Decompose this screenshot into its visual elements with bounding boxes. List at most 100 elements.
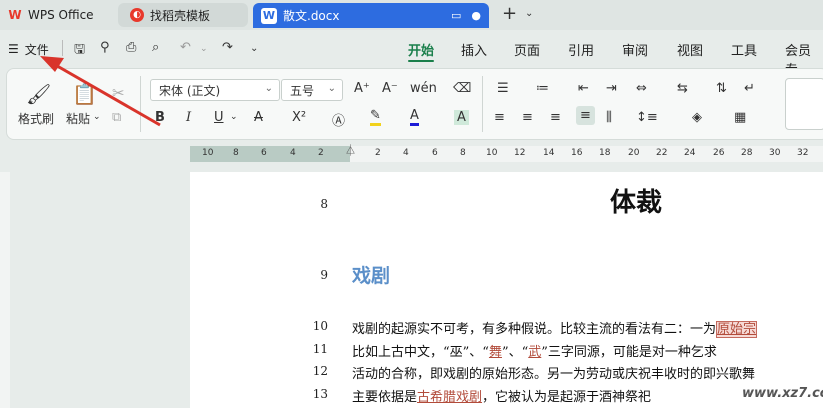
share-icon[interactable]: ⚲ bbox=[100, 40, 110, 55]
wps-writer-window: { "tabs": { "wps_label": "WPS Office", "… bbox=[0, 0, 823, 408]
decrease-font-icon[interactable]: A⁻ bbox=[382, 81, 398, 96]
link-text[interactable]: 武 bbox=[528, 345, 541, 360]
bold-icon[interactable]: B bbox=[155, 110, 165, 125]
chinese-layout-icon[interactable]: ⇔ bbox=[636, 81, 647, 96]
format-painter-label[interactable]: 格式刷 bbox=[18, 110, 54, 127]
ruler-tick: 8 bbox=[460, 148, 466, 158]
sort-icon[interactable]: ⇅ bbox=[716, 81, 727, 96]
ruler-tick: 28 bbox=[741, 148, 753, 158]
highlight-icon[interactable]: ✎ bbox=[370, 109, 381, 126]
superscript-icon[interactable]: X² bbox=[292, 110, 306, 125]
paste-label[interactable]: 粘贴 bbox=[66, 110, 90, 127]
font-family-value: 宋体 (正文) bbox=[159, 83, 221, 98]
unsaved-dot-icon[interactable]: ● bbox=[471, 9, 481, 22]
show-marks-icon[interactable]: ⇆ bbox=[677, 81, 688, 96]
tab-tools[interactable]: 工具 bbox=[731, 40, 757, 59]
numbered-list-icon[interactable]: ≔ bbox=[536, 81, 549, 96]
tab-references[interactable]: 引用 bbox=[568, 40, 594, 59]
bullet-list-icon[interactable]: ☰ bbox=[497, 81, 509, 96]
clear-format-icon[interactable]: ⌫ bbox=[453, 81, 471, 96]
ruler-tick: 14 bbox=[543, 148, 555, 158]
decrease-indent-icon[interactable]: ⇤ bbox=[578, 81, 589, 96]
link-text[interactable]: 原始宗 bbox=[716, 321, 758, 338]
font-family-select[interactable]: 宋体 (正文) ⌄ bbox=[150, 79, 280, 101]
line-number: 13 bbox=[312, 387, 328, 401]
paste-dropdown-icon[interactable]: ⌄ bbox=[93, 112, 101, 122]
borders-icon[interactable]: ▦ bbox=[734, 110, 746, 125]
ruler-tick: 18 bbox=[599, 148, 611, 158]
save-icon[interactable]: 🖫 bbox=[74, 40, 85, 62]
redo-icon[interactable]: ↷ bbox=[222, 40, 233, 55]
text-effect-icon[interactable]: Ⓐ bbox=[332, 110, 345, 129]
ruler-tick: 32 bbox=[797, 148, 809, 158]
undo-dropdown-icon[interactable]: ⌄ bbox=[200, 44, 208, 54]
paragraph-mark-icon[interactable]: ↵ bbox=[744, 81, 755, 96]
tab-view[interactable]: 视图 bbox=[677, 40, 703, 59]
tab-wps-office[interactable]: W WPS Office bbox=[0, 2, 112, 28]
horizontal-ruler[interactable] bbox=[190, 146, 823, 162]
indent-marker-icon[interactable]: ⏃ bbox=[345, 142, 356, 158]
tab-home[interactable]: 开始 bbox=[408, 40, 434, 59]
paste-icon[interactable]: 📋 bbox=[72, 82, 97, 106]
font-size-value: 五号 bbox=[290, 83, 315, 98]
menu-bar: ☰ 文件 🖫 ⚲ ⎙ ⌕ ↶ ⌄ ↷ ⌄ 开始 插入 页面 引用 审阅 视图 工… bbox=[0, 30, 823, 78]
line-number: 9 bbox=[320, 268, 328, 282]
format-painter-icon[interactable]: 🖌 bbox=[26, 82, 51, 106]
text-run: ，它被认为是起源于酒神祭祀 bbox=[482, 390, 652, 405]
tab-template[interactable]: ◐ 找稻壳模板 bbox=[118, 3, 248, 27]
chevron-down-icon[interactable]: ⌄ bbox=[525, 8, 533, 19]
ruler-tick: 6 bbox=[261, 148, 267, 158]
undo-icon[interactable]: ↶ bbox=[180, 40, 191, 55]
strikethrough-icon[interactable]: A bbox=[254, 110, 263, 125]
link-text[interactable]: 舞 bbox=[489, 345, 502, 360]
italic-icon[interactable]: I bbox=[186, 110, 191, 125]
chevron-down-icon[interactable]: ⌄ bbox=[230, 112, 238, 122]
increase-font-icon[interactable]: A⁺ bbox=[354, 81, 370, 96]
ruler-tick: 10 bbox=[486, 148, 498, 158]
style-gallery[interactable] bbox=[785, 78, 823, 130]
char-shading-icon[interactable]: A bbox=[454, 110, 469, 125]
increase-indent-icon[interactable]: ⇥ bbox=[606, 81, 617, 96]
link-text[interactable]: 古希腊戏剧 bbox=[417, 390, 482, 405]
font-color-icon[interactable]: A bbox=[410, 109, 419, 126]
tab-insert[interactable]: 插入 bbox=[461, 40, 487, 59]
align-left-icon[interactable]: ≡ bbox=[494, 110, 505, 125]
ruler-left-margin bbox=[190, 146, 350, 162]
tab-document[interactable]: W 散文.docx ▭ ● bbox=[253, 3, 489, 28]
text-run: 活动的合称，即戏剧的原始形态。另一为劳动或庆祝丰收时的即兴歌舞 bbox=[352, 367, 756, 382]
template-logo-icon: ◐ bbox=[130, 8, 144, 22]
tab-document-label: 散文.docx bbox=[283, 9, 340, 23]
tab-page[interactable]: 页面 bbox=[514, 40, 540, 59]
tab-review[interactable]: 审阅 bbox=[622, 40, 648, 59]
watermark: www.xz7.com bbox=[742, 386, 823, 401]
ruler-tick: 10 bbox=[202, 148, 214, 158]
new-tab-button[interactable]: + bbox=[502, 5, 517, 23]
file-menu-label: 文件 bbox=[24, 42, 49, 57]
copy-icon[interactable]: ⧉ bbox=[112, 110, 121, 125]
line-number: 12 bbox=[312, 364, 328, 378]
monitor-icon[interactable]: ▭ bbox=[451, 9, 461, 22]
cut-icon[interactable]: ✂ bbox=[112, 84, 125, 102]
more-chevron-icon[interactable]: ⌄ bbox=[250, 43, 258, 54]
underline-icon[interactable]: U bbox=[214, 110, 224, 125]
align-right-icon[interactable]: ≡ bbox=[550, 110, 561, 125]
font-size-select[interactable]: 五号 ⌄ bbox=[281, 79, 343, 101]
pinyin-guide-icon[interactable]: wén bbox=[410, 81, 437, 96]
wps-logo-icon: W bbox=[8, 8, 22, 22]
vertical-ruler[interactable] bbox=[0, 172, 10, 408]
file-menu-button[interactable]: ☰ 文件 bbox=[4, 38, 56, 60]
print-icon[interactable]: ⎙ bbox=[126, 40, 136, 55]
shading-icon[interactable]: ◈ bbox=[692, 110, 702, 125]
distributed-icon[interactable]: ⫼ bbox=[606, 110, 612, 125]
chevron-down-icon: ⌄ bbox=[327, 83, 336, 94]
chevron-down-icon: ⌄ bbox=[264, 83, 273, 94]
paragraph-line: 活动的合称，即戏剧的原始形态。另一为劳动或庆祝丰收时的即兴歌舞 bbox=[352, 363, 755, 382]
text-run: 戏剧的起源实不可考，有多种假说。比较主流的看法有二：一为 bbox=[352, 322, 717, 337]
ruler-tick: 4 bbox=[403, 148, 409, 158]
line-spacing-icon[interactable]: ↕≡ bbox=[636, 110, 658, 125]
justify-icon[interactable]: ≡ bbox=[576, 106, 595, 125]
print-preview-icon[interactable]: ⌕ bbox=[152, 40, 159, 55]
tab-wps-office-label: WPS Office bbox=[28, 8, 94, 22]
align-center-icon[interactable]: ≡ bbox=[522, 110, 533, 125]
ruler-tick: 20 bbox=[628, 148, 640, 158]
